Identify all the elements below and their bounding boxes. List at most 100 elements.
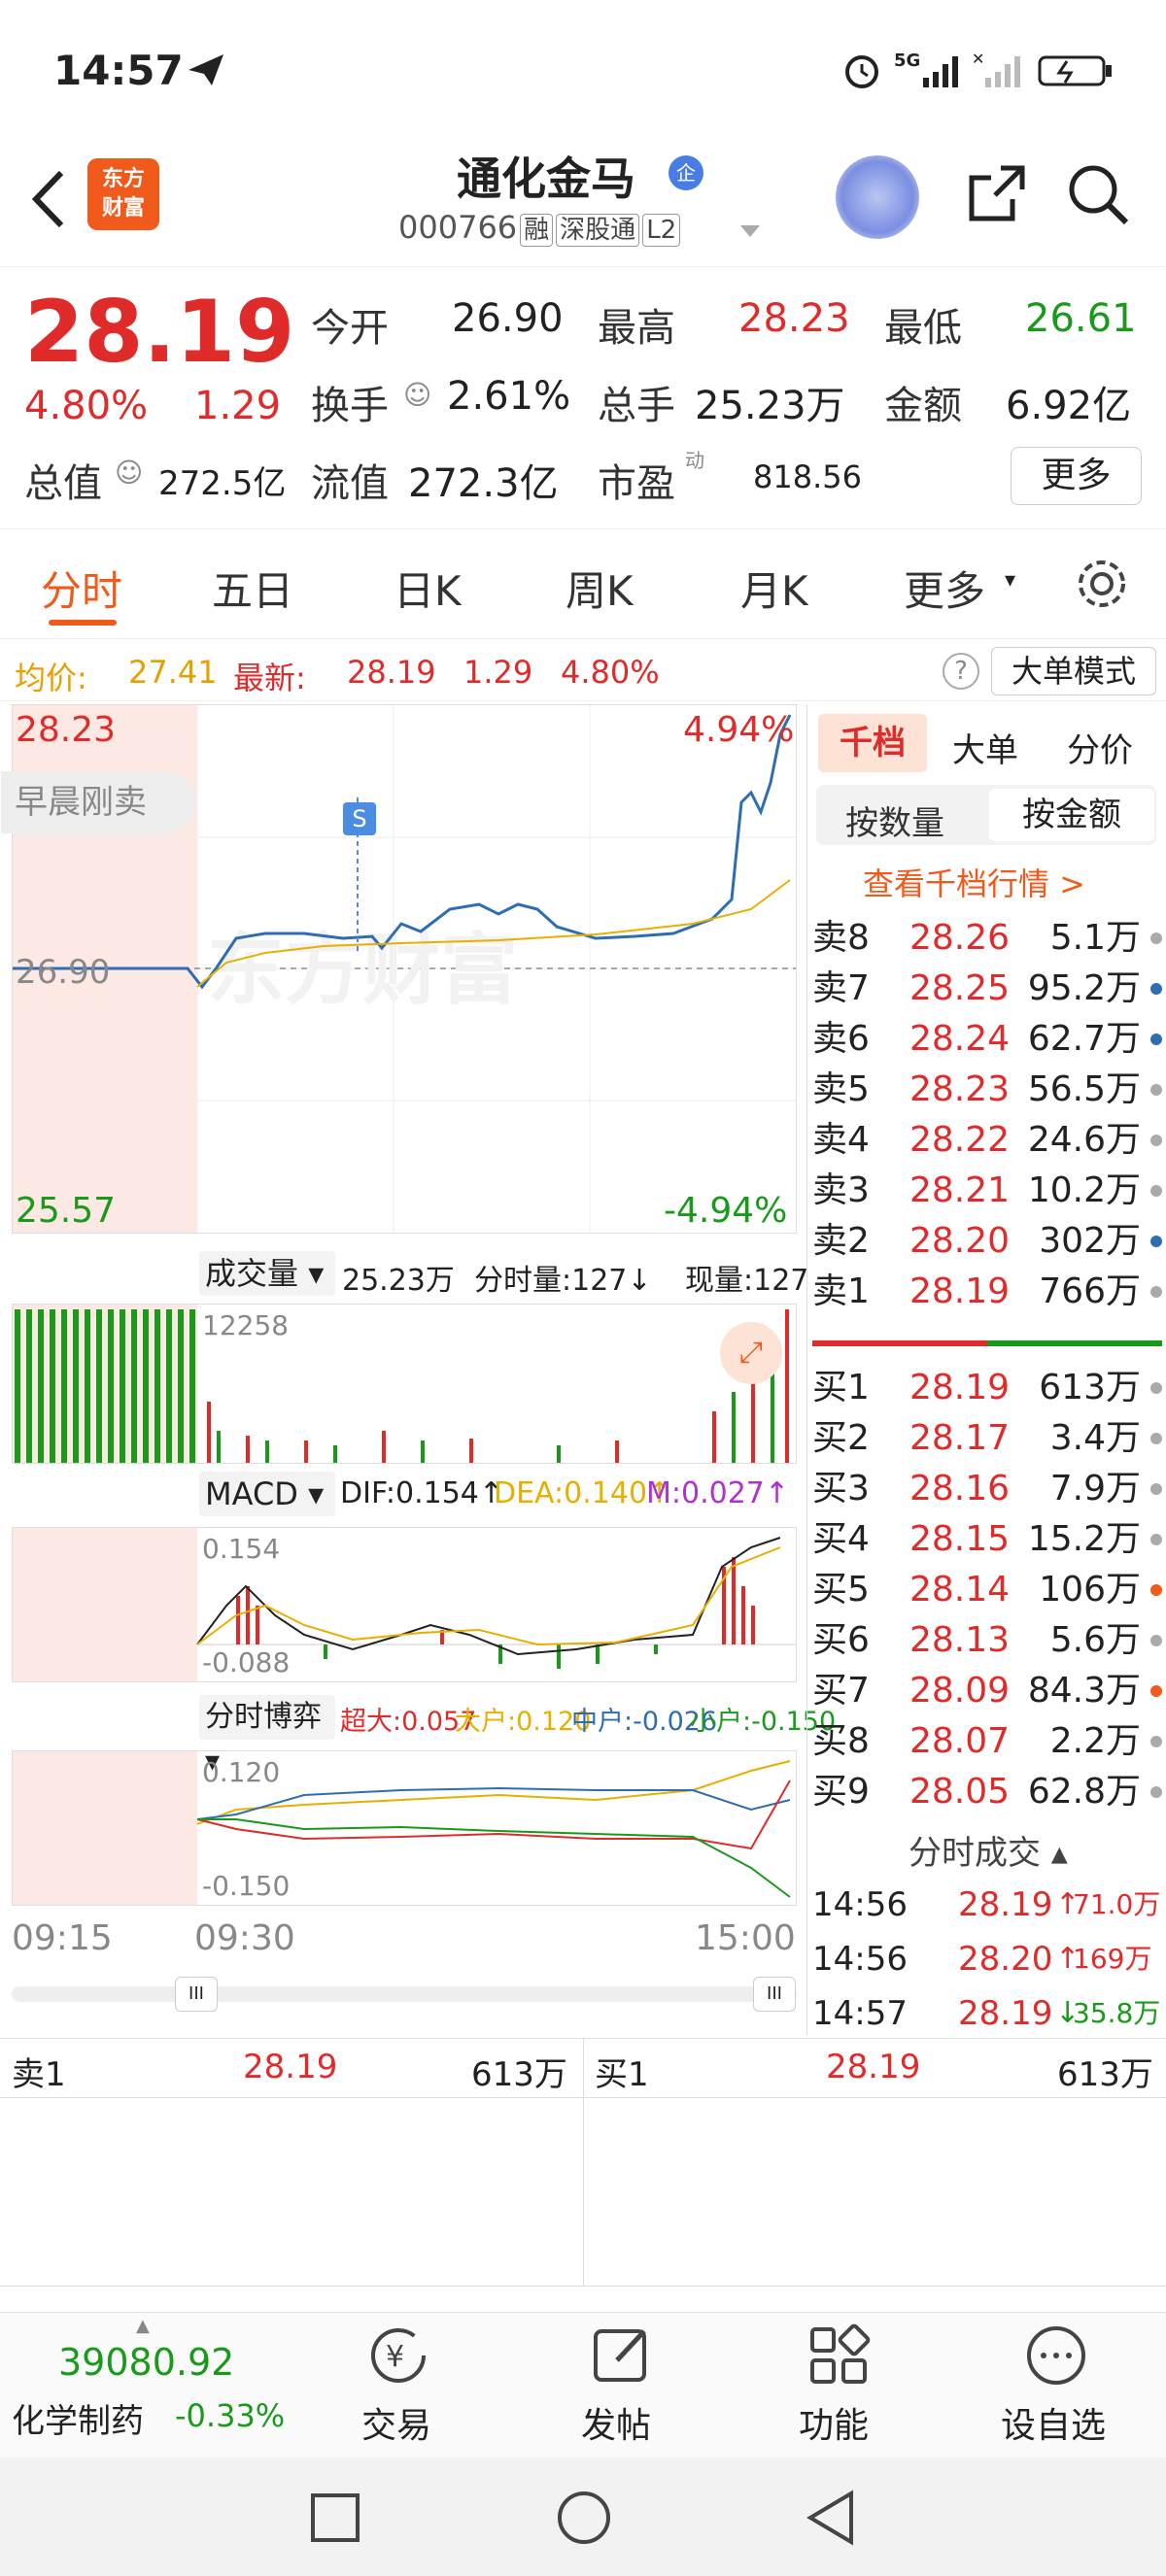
vol-max-label: 12258 [202,1309,290,1341]
sell-dot-icon [1150,1034,1162,1045]
recents-icon[interactable] [309,2491,361,2544]
scroll-handle-left[interactable]: III [175,1977,218,2012]
by-qty-button[interactable]: 按数量 [845,797,944,844]
tab-fenjia[interactable]: 分价 [1067,724,1133,771]
float-label: 流值 [311,461,389,506]
expand-icon[interactable]: ⤢ [720,1322,782,1384]
tab-dadan[interactable]: 大单 [952,724,1018,771]
by-amount-button[interactable]: 按金额 [989,789,1154,841]
tab-daily[interactable]: 日K [394,559,462,618]
amount-label: 金额 [884,384,962,428]
index-value[interactable]: 39080.92 [58,2341,234,2384]
sell-row[interactable]: 卖3 28.21 10.2万 [812,1166,1162,1216]
sell-label: 卖4 [812,1120,870,1160]
ticks-title[interactable]: 分时成交 ▴ [909,1826,1068,1874]
sell-row[interactable]: 卖7 28.25 95.2万 [812,964,1162,1014]
sell-price: 28.25 [909,968,1011,1008]
tab-qiandang[interactable]: 千档 [818,714,927,772]
assistant-avatar[interactable] [836,155,919,239]
share-icon[interactable] [962,160,1030,228]
settings-icon[interactable] [1074,556,1130,612]
svg-text:¥: ¥ [386,2340,404,2374]
stock-name: 通化金马 [457,153,635,205]
post-label[interactable]: 发帖 [581,2397,651,2448]
volume-chart[interactable]: 12258 ⤢ [12,1304,797,1464]
tab-5day[interactable]: 五日 [212,559,293,618]
time-close: 15:00 [695,1918,796,1958]
sell-row[interactable]: 卖8 28.26 5.1万 [812,913,1162,964]
buy-row[interactable]: 买5 28.14 106万 [812,1565,1162,1615]
app-logo[interactable]: 东方 财富 [87,158,159,230]
sell-price: 28.21 [909,1170,1011,1210]
trade-icon[interactable]: ¥ [364,2322,432,2390]
last-change: 1.29 [463,654,533,691]
macd-dea: DEA:0.140↑ [494,1476,672,1510]
sell-row[interactable]: 卖2 28.20 302万 [812,1216,1162,1267]
buy-row[interactable]: 买1 28.19 613万 [812,1363,1162,1413]
sell-label: 卖7 [812,968,870,1008]
view-qiandang-link[interactable]: 查看千档行情 > [863,860,1085,904]
status-bar: 14:57 5G ✕ [0,0,1166,146]
function-label[interactable]: 功能 [799,2397,869,2448]
sell-row[interactable]: 卖6 28.24 62.7万 [812,1014,1162,1065]
price-change: 1.29 [194,384,282,428]
help-icon[interactable]: ? [943,653,979,690]
game-chart[interactable]: 0.120 -0.150 [12,1750,797,1906]
function-icon[interactable] [805,2322,873,2390]
index-name[interactable]: 化学制药 [12,2394,144,2442]
pct-max-label: 4.94% [683,710,795,750]
tab-more[interactable]: 更多 [904,559,985,618]
logo-text-bottom: 财富 [101,196,145,220]
sell-label: 卖6 [812,1019,870,1059]
volume-selector[interactable]: 成交量 ▾ [199,1251,335,1296]
buy-row[interactable]: 买2 28.17 3.4万 [812,1413,1162,1464]
add-watchlist-label[interactable]: 设自选 [1001,2397,1106,2448]
y-max-label: 28.23 [16,710,117,750]
macd-selector[interactable]: MACD ▾ [199,1472,335,1516]
back-icon[interactable] [24,165,73,233]
trade-label[interactable]: 交易 [361,2397,431,2448]
buy-volume: 613万 [1039,1368,1141,1407]
macd-chart[interactable]: 0.154 -0.088 [12,1527,797,1682]
scroll-handle-right[interactable]: III [753,1977,796,2012]
buy-row[interactable]: 买6 28.13 5.6万 [812,1615,1162,1666]
info-icon[interactable]: ☺ [115,457,143,489]
macd-bot-label: -0.088 [202,1646,291,1678]
tag-l2: L2 [642,214,681,247]
sell-volume: 56.5万 [1027,1069,1141,1109]
mktcap-value: 272.5亿 [158,464,287,503]
buy-row[interactable]: 买8 28.07 2.2万 [812,1716,1162,1767]
sell-row[interactable]: 卖4 28.22 24.6万 [812,1115,1162,1166]
info-icon[interactable]: ☺ [403,379,431,411]
more-button[interactable]: 更多 [1011,447,1142,505]
tab-intraday[interactable]: 分时 [41,559,122,618]
sell-row[interactable]: 卖1 28.19 766万 [812,1267,1162,1317]
big-order-mode-button[interactable]: 大单模式 [991,647,1156,695]
add-watchlist-icon[interactable] [1022,2322,1090,2390]
search-icon[interactable] [1064,160,1132,228]
dropdown-arrow-icon[interactable] [738,223,762,239]
post-icon[interactable] [588,2322,656,2390]
float-value: 272.3亿 [408,461,559,506]
buy-row[interactable]: 买3 28.16 7.9万 [812,1464,1162,1514]
buy-dot-icon [1150,1382,1162,1394]
buy-price: 28.13 [909,1620,1011,1660]
buy-row[interactable]: 买7 28.09 84.3万 [812,1666,1162,1716]
buy-row[interactable]: 买4 28.15 15.2万 [812,1514,1162,1565]
buy-price: 28.19 [909,1368,1011,1407]
time-open: 09:30 [194,1918,295,1958]
intraday-price-chart[interactable]: 东方财富 28.23 4.94% 26.90 25.57 -4.94% 早晨刚卖… [1,704,797,1234]
early-sell-label[interactable]: 早晨刚卖 [1,771,195,833]
s-marker[interactable]: S [343,802,376,835]
game-selector[interactable]: 分时博弈▾ [199,1695,335,1779]
tab-weekly[interactable]: 周K [566,559,634,618]
home-icon[interactable] [556,2490,612,2546]
sell1-price: 28.19 [243,2048,338,2086]
buy-row[interactable]: 买9 28.05 62.8万 [812,1767,1162,1817]
stock-code: 000766 [398,209,518,246]
back-nav-icon[interactable] [805,2490,857,2546]
time-scrollbar[interactable] [12,1986,797,2002]
buy-label: 买6 [812,1620,870,1660]
sell-row[interactable]: 卖5 28.23 56.5万 [812,1065,1162,1115]
tab-monthly[interactable]: 月K [740,559,808,618]
